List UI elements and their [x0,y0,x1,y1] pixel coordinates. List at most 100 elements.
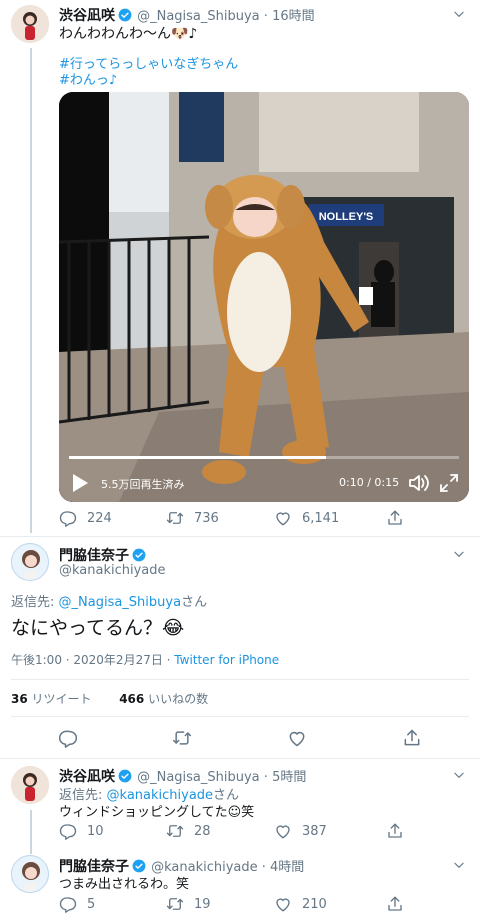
retweet-icon [166,509,184,527]
verified-badge-icon [132,548,146,562]
avatar[interactable] [11,543,49,581]
tweet-actions: 5 19 210 [0,895,480,919]
reply-to-line: 返信先: @_Nagisa_Shibuyaさん [11,591,207,610]
tweet-text: わんわわんわ〜ん🐶♪ [59,26,198,42]
divider [11,716,469,717]
reply-icon [59,822,77,840]
video-time: 0:10 / 0:15 [339,476,400,489]
reply-button[interactable]: 10 [59,822,104,840]
tweet-time[interactable]: 4時間 [270,860,304,875]
share-icon [386,895,404,913]
display-name[interactable]: 門脇佳奈子 [59,548,129,564]
video-frame: NOLLEY'S [59,92,469,502]
tweet-time[interactable]: 5時間 [272,770,306,785]
like-count: 210 [302,896,327,912]
tweet-actions: 224 736 6,141 [0,509,480,533]
reply-to-suffix: さん [181,595,208,610]
divider [0,758,480,759]
retweet-button[interactable] [172,728,192,748]
share-icon [402,728,422,748]
tweet-header: 渋谷凪咲 @_Nagisa_Shibuya · 16時間 [59,5,449,24]
tweet-text: ウィンドショッピングしてた☺笑 [59,805,255,820]
retweet-icon [166,895,184,913]
reply-icon [59,895,77,913]
store-sign: NOLLEY'S [319,211,374,223]
tweet-actions [0,728,480,752]
reply-to-link[interactable]: @_Nagisa_Shibuya [59,595,182,610]
timestamp[interactable]: 午後1:00 · 2020年2月27日 · [11,653,174,667]
share-button[interactable] [386,895,404,913]
like-button[interactable]: 6,141 [274,509,339,527]
display-name[interactable]: 渋谷凪咲 [59,769,115,785]
reply-to-label: 返信先: [11,595,59,610]
user-handle[interactable]: @_Nagisa_Shibuya [137,770,260,785]
share-icon [386,822,404,840]
client-link[interactable]: Twitter for iPhone [174,653,279,667]
video-progress-track[interactable] [69,456,459,459]
like-button[interactable] [287,728,307,748]
like-icon [274,509,292,527]
retweet-button[interactable]: 736 [166,509,219,527]
like-button[interactable]: 387 [274,822,327,840]
thread-line [30,48,32,533]
reply-button[interactable] [58,728,78,748]
divider [11,679,469,680]
verified-badge-icon [118,769,132,783]
video-progress-fill [69,456,327,459]
play-icon[interactable] [71,473,89,493]
tweet-actions: 10 28 387 [0,822,480,846]
chevron-down-icon[interactable] [452,547,466,561]
chevron-down-icon[interactable] [452,768,466,782]
video-player[interactable]: NOLLEY'S 5.5万回再生済み 0:10 / 0:15 [59,92,469,502]
share-button[interactable] [386,509,404,527]
tweet-text: なにやってるん？😂 [11,617,185,639]
like-button[interactable]: 210 [274,895,327,913]
separator-dot: · [259,9,273,24]
tweet-text: つまみ出されるわ。笑 [59,877,190,892]
share-button[interactable] [386,822,404,840]
chevron-down-icon[interactable] [452,7,466,21]
retweet-icon [172,728,192,748]
retweet-count: 736 [194,510,219,526]
retweet-count: 19 [194,896,211,912]
separator-dot: · [257,860,271,875]
retweet-icon [166,822,184,840]
engagement-stats: 36 リツイート 466 いいねの数 [11,690,208,707]
tweet-time[interactable]: 16時間 [272,9,315,24]
separator-dot: · [259,770,273,785]
tweet-header: 渋谷凪咲 @_Nagisa_Shibuya · 5時間 [59,766,306,786]
like-count: 387 [302,823,327,839]
like-icon [274,822,292,840]
retweets-number: 36 [11,692,28,706]
like-count: 6,141 [302,510,340,526]
reply-count: 224 [87,510,112,526]
retweet-button[interactable]: 28 [166,822,211,840]
divider [0,536,480,537]
verified-badge-icon [118,8,132,22]
share-icon [386,509,404,527]
like-icon [287,728,307,748]
likes-label: いいねの数 [144,692,209,706]
likes-stat[interactable]: 466 いいねの数 [119,692,208,706]
retweet-button[interactable]: 19 [166,895,211,913]
reply-button[interactable]: 224 [59,509,112,527]
retweets-stat[interactable]: 36 リツイート [11,692,92,706]
chevron-down-icon[interactable] [452,858,466,872]
avatar[interactable] [11,5,49,43]
avatar[interactable] [11,766,49,804]
reply-button[interactable]: 5 [59,895,95,913]
volume-icon[interactable] [408,473,430,493]
fullscreen-icon[interactable] [439,473,459,493]
retweets-label: リツイート [27,692,92,706]
reply-icon [58,728,78,748]
share-button[interactable] [402,728,422,748]
timestamp-line: 午後1:00 · 2020年2月27日 · Twitter for iPhone [11,651,279,668]
user-handle[interactable]: @_Nagisa_Shibuya [137,9,260,24]
reply-count: 5 [87,896,96,912]
reply-count: 10 [87,823,104,839]
user-handle[interactable]: @kanakichiyade [59,563,166,578]
display-name[interactable]: 渋谷凪咲 [59,8,115,24]
verified-badge-icon [132,859,146,873]
hashtag-link[interactable]: #わんっ♪ [59,69,117,88]
avatar[interactable] [11,855,49,893]
